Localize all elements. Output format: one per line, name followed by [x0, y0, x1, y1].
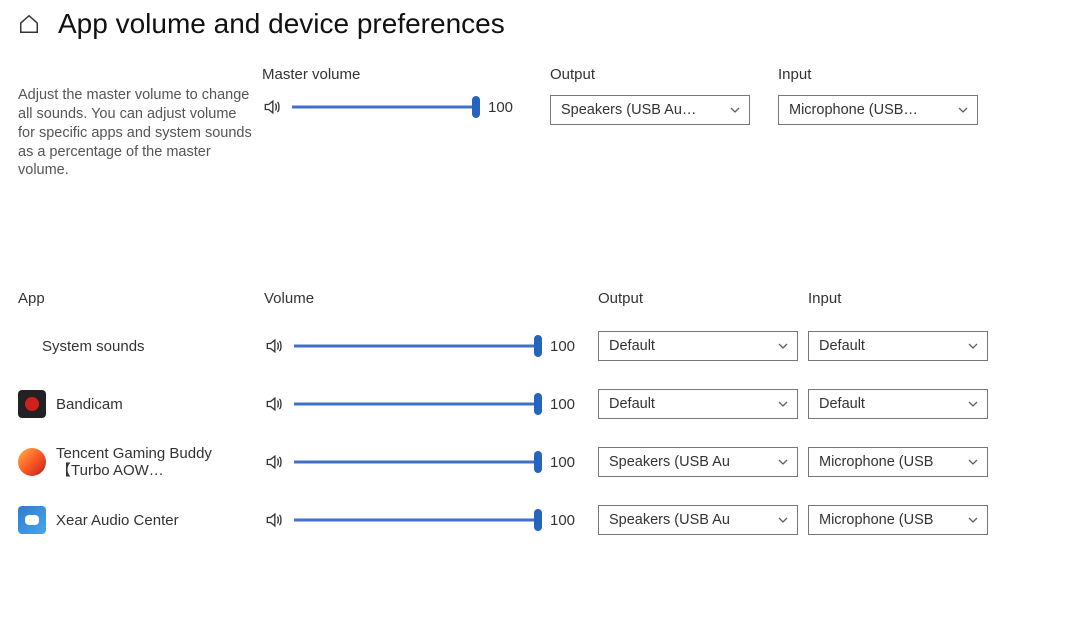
master-output-dropdown[interactable]: Speakers (USB Au…: [550, 95, 750, 125]
chevron-down-icon: [777, 514, 789, 526]
app-input-value: Microphone (USB: [819, 512, 933, 528]
app-column-header: App: [18, 290, 264, 307]
output-header: Output: [550, 66, 750, 83]
app-row-bandicam: Bandicam 100 Default Default: [18, 375, 1056, 433]
app-output-value: Speakers (USB Au: [609, 454, 730, 470]
app-output-dropdown[interactable]: Default: [598, 331, 798, 361]
speaker-icon[interactable]: [264, 394, 284, 414]
app-volume-slider[interactable]: [294, 392, 540, 416]
app-output-value: Speakers (USB Au: [609, 512, 730, 528]
home-icon[interactable]: [18, 13, 40, 35]
chevron-down-icon: [957, 104, 969, 116]
volume-column-header: Volume: [264, 290, 584, 307]
app-output-value: Default: [609, 338, 655, 354]
app-name: Tencent Gaming Buddy【Turbo AOW…: [56, 445, 236, 480]
chevron-down-icon: [777, 398, 789, 410]
app-volume-slider[interactable]: [294, 508, 540, 532]
output-column-header: Output: [598, 290, 798, 307]
app-input-dropdown[interactable]: Microphone (USB: [808, 447, 988, 477]
app-input-value: Default: [819, 338, 865, 354]
speaker-icon[interactable]: [264, 452, 284, 472]
app-volume-slider[interactable]: [294, 450, 540, 474]
app-name: Bandicam: [56, 396, 123, 413]
app-input-dropdown[interactable]: Default: [808, 389, 988, 419]
app-input-dropdown[interactable]: Microphone (USB: [808, 505, 988, 535]
input-header: Input: [778, 66, 978, 83]
help-text: Adjust the master volume to change all s…: [18, 66, 262, 180]
chevron-down-icon: [777, 456, 789, 468]
app-output-dropdown[interactable]: Default: [598, 389, 798, 419]
speaker-icon[interactable]: [264, 336, 284, 356]
speaker-icon[interactable]: [262, 97, 282, 117]
master-input-dropdown[interactable]: Microphone (USB…: [778, 95, 978, 125]
page-title: App volume and device preferences: [58, 8, 505, 40]
app-input-value: Default: [819, 396, 865, 412]
app-volume-value: 100: [550, 396, 584, 413]
app-volume-value: 100: [550, 512, 584, 529]
app-name: Xear Audio Center: [56, 512, 179, 529]
app-volume-slider[interactable]: [294, 334, 540, 358]
app-row-xear: Xear Audio Center 100 Speakers (USB Au M…: [18, 491, 1056, 549]
input-column-header: Input: [808, 290, 988, 307]
chevron-down-icon: [777, 340, 789, 352]
chevron-down-icon: [967, 456, 979, 468]
app-input-dropdown[interactable]: Default: [808, 331, 988, 361]
master-volume-value: 100: [488, 99, 522, 116]
app-output-dropdown[interactable]: Speakers (USB Au: [598, 505, 798, 535]
app-volume-value: 100: [550, 338, 584, 355]
app-output-dropdown[interactable]: Speakers (USB Au: [598, 447, 798, 477]
app-name: System sounds: [42, 338, 145, 355]
chevron-down-icon: [967, 514, 979, 526]
app-row-tencent: Tencent Gaming Buddy【Turbo AOW… 100 Spea…: [18, 433, 1056, 491]
speaker-icon[interactable]: [264, 510, 284, 530]
chevron-down-icon: [967, 398, 979, 410]
master-input-value: Microphone (USB…: [789, 102, 918, 118]
chevron-down-icon: [729, 104, 741, 116]
xear-app-icon: [18, 506, 46, 534]
master-output-value: Speakers (USB Au…: [561, 102, 696, 118]
app-row-system-sounds: System sounds 100 Default Default: [18, 317, 1056, 375]
chevron-down-icon: [967, 340, 979, 352]
app-input-value: Microphone (USB: [819, 454, 933, 470]
app-output-value: Default: [609, 396, 655, 412]
tencent-app-icon: [18, 448, 46, 476]
bandicam-app-icon: [18, 390, 46, 418]
master-volume-slider[interactable]: [292, 95, 478, 119]
master-volume-header: Master volume: [262, 66, 522, 83]
app-volume-value: 100: [550, 454, 584, 471]
